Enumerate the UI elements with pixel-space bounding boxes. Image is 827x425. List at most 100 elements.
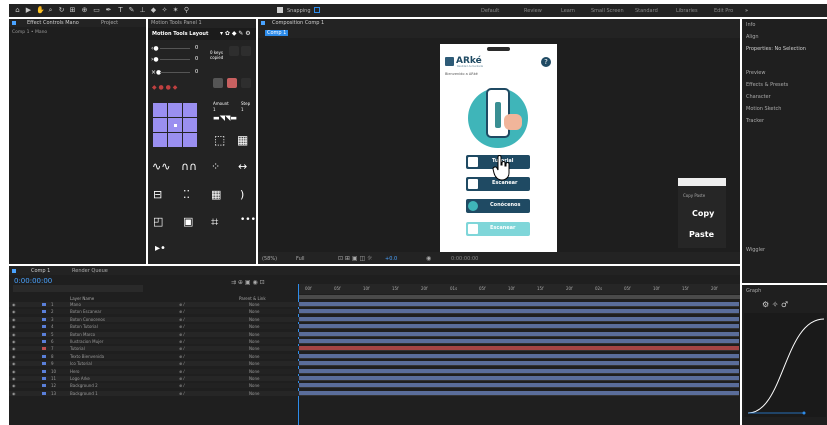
camera-tool-icon[interactable]: ⊞ xyxy=(69,7,76,14)
layer-row[interactable]: ◉ 2 Boton Escanear ⊕ ⁄ None xyxy=(9,309,299,315)
layer-row[interactable]: ◉ 5 Boton Marco ⊕ ⁄ None xyxy=(9,331,299,337)
hand-tool-icon[interactable]: ✋ xyxy=(36,7,45,14)
anchor-tc[interactable] xyxy=(168,103,182,117)
roto-tool-icon[interactable]: ✧ xyxy=(161,7,168,14)
layer-name[interactable]: Tutorial xyxy=(70,346,85,351)
workspace-small-screen[interactable]: Small Screen xyxy=(591,8,624,14)
layer-duration-bar[interactable] xyxy=(299,353,739,359)
layer-switches[interactable]: ⊕ ⁄ xyxy=(179,376,184,381)
quality-dropdown[interactable]: Full xyxy=(296,256,305,262)
arrows-left-icon[interactable]: ‹● xyxy=(151,45,159,52)
copy-button[interactable]: Copy xyxy=(692,209,714,218)
wave-icon[interactable]: ∿∿ xyxy=(152,160,170,173)
anchor-bc[interactable] xyxy=(168,133,182,147)
layer-switches[interactable]: ⊕ ⁄ xyxy=(179,361,184,366)
layer-name[interactable]: Boton Conocenos xyxy=(70,317,105,322)
layer-name[interactable]: Hero xyxy=(70,369,79,374)
anchor-bl[interactable] xyxy=(153,133,167,147)
layer-switches[interactable]: ⊕ ⁄ xyxy=(179,302,184,307)
amount-value[interactable]: 1 xyxy=(213,107,216,112)
align-icons[interactable]: ▬◥◥▬ xyxy=(213,114,237,122)
timeline-search-input[interactable] xyxy=(13,285,143,292)
expand-icon[interactable]: ↔ xyxy=(238,160,247,173)
grid-layout-icon[interactable]: ▦ xyxy=(237,133,248,147)
home-icon[interactable]: ⌂ xyxy=(14,7,21,14)
label-color-swatch[interactable] xyxy=(42,340,46,343)
comp-subtab[interactable]: Comp 1 xyxy=(265,30,289,36)
scatter-icon[interactable]: ⁘ xyxy=(211,160,220,173)
pen-tool-icon[interactable]: ✒ xyxy=(105,7,112,14)
layer-row[interactable]: ◉ 6 Ilustracion Mujer ⊕ ⁄ None xyxy=(9,339,299,344)
step-value[interactable]: 1 xyxy=(241,107,244,112)
layer-name[interactable]: Ilustracion Mujer xyxy=(70,339,103,344)
scan-button-secondary[interactable]: Escanear xyxy=(466,222,530,236)
copy-paste-titlebar[interactable] xyxy=(678,178,726,186)
layer-switches[interactable]: ⊕ ⁄ xyxy=(179,339,184,344)
tab-composition[interactable]: Composition Comp 1 xyxy=(272,20,324,26)
snapshot-icon[interactable]: ◉ xyxy=(426,255,431,262)
timeline-close-icon[interactable] xyxy=(12,269,16,273)
layer-box-icon[interactable]: ▣ xyxy=(183,215,193,228)
rotate-tool-icon[interactable]: ↻ xyxy=(58,7,65,14)
bracket-icon[interactable]: ) xyxy=(240,188,244,201)
label-color-swatch[interactable] xyxy=(42,377,46,380)
anchor-br[interactable] xyxy=(183,133,197,147)
workspace-edit-pro[interactable]: Edit Pro xyxy=(714,8,733,14)
visibility-icon[interactable]: ◉ xyxy=(12,354,16,359)
label-color-swatch[interactable] xyxy=(42,325,46,329)
layer-name[interactable]: Boton Marco xyxy=(70,332,95,337)
visibility-icon[interactable]: ◉ xyxy=(12,361,16,366)
layer-switches[interactable]: ⊕ ⁄ xyxy=(179,324,184,329)
slider-track-a[interactable] xyxy=(160,48,190,49)
slider-track-c[interactable] xyxy=(160,72,190,73)
about-button[interactable]: Conócenos xyxy=(466,199,530,213)
layer-duration-bar[interactable] xyxy=(299,309,739,315)
align-tab[interactable]: Align xyxy=(746,34,759,40)
slider-track-b[interactable] xyxy=(160,59,190,60)
layer-row[interactable]: ◉ 4 Boton Tutorial ⊕ ⁄ None xyxy=(9,324,299,330)
anchor-tr[interactable] xyxy=(183,103,197,117)
layer-name[interactable]: Ico Tutorial xyxy=(70,361,92,366)
layer-duration-bar[interactable] xyxy=(299,302,739,307)
graph-button-c[interactable] xyxy=(241,78,251,88)
label-color-swatch[interactable] xyxy=(42,369,46,373)
layer-switches[interactable]: ⊕ ⁄ xyxy=(179,332,184,337)
selection-tool-icon[interactable]: ▶ xyxy=(25,7,32,14)
more-icon[interactable]: ••• xyxy=(240,215,256,225)
snap-options-icon[interactable] xyxy=(314,7,320,13)
parent-dropdown[interactable]: None xyxy=(249,324,259,329)
info-tab[interactable]: Info xyxy=(746,22,755,28)
layer-name[interactable]: Texto Bienvenida xyxy=(70,354,104,359)
layer-row[interactable]: ◉ 3 Boton Conocenos ⊕ ⁄ None xyxy=(9,316,299,322)
timeline-switches-icons[interactable]: ⇉ ⊕ ▣ ◉ ⊡ xyxy=(231,279,265,286)
layer-row[interactable]: ◉ 9 Ico Tutorial ⊕ ⁄ None xyxy=(9,361,299,367)
layer-duration-bar[interactable] xyxy=(299,390,739,396)
layer-switches[interactable]: ⊕ ⁄ xyxy=(179,383,184,388)
workspace-more-icon[interactable]: » xyxy=(745,8,748,14)
layer-name[interactable]: Boton Escanear xyxy=(70,309,101,314)
stamp-tool-icon[interactable]: ⊥ xyxy=(139,7,146,14)
layer-duration-bar[interactable] xyxy=(299,316,739,322)
crop-icon[interactable]: ⌗ xyxy=(211,215,218,230)
wiggler-tab[interactable]: Wiggler xyxy=(746,247,765,253)
visibility-icon[interactable]: ◉ xyxy=(12,317,16,322)
graph-button-b[interactable] xyxy=(227,78,237,88)
parent-dropdown[interactable]: None xyxy=(249,383,259,388)
layer-name[interactable]: Mano xyxy=(70,302,81,307)
label-color-swatch[interactable] xyxy=(42,347,46,351)
help-icon[interactable]: ? xyxy=(541,57,551,67)
panel-close-icon[interactable] xyxy=(12,21,16,25)
layer-name[interactable]: Boton Tutorial xyxy=(70,324,98,329)
anchor-mr[interactable] xyxy=(183,118,197,132)
parent-dropdown[interactable]: None xyxy=(249,332,259,337)
snapping-checkbox[interactable] xyxy=(277,7,283,13)
parent-dropdown[interactable]: None xyxy=(249,354,259,359)
visibility-icon[interactable]: ◉ xyxy=(12,339,16,344)
layer-duration-bar[interactable] xyxy=(299,346,739,352)
effects-presets-tab[interactable]: Effects & Presets xyxy=(746,82,788,88)
workspace-libraries[interactable]: Libraries xyxy=(676,8,698,14)
visibility-icon[interactable]: ◉ xyxy=(12,369,16,374)
label-color-swatch[interactable] xyxy=(42,303,46,306)
visibility-icon[interactable]: ◉ xyxy=(12,302,16,307)
parent-dropdown[interactable]: None xyxy=(249,302,259,307)
